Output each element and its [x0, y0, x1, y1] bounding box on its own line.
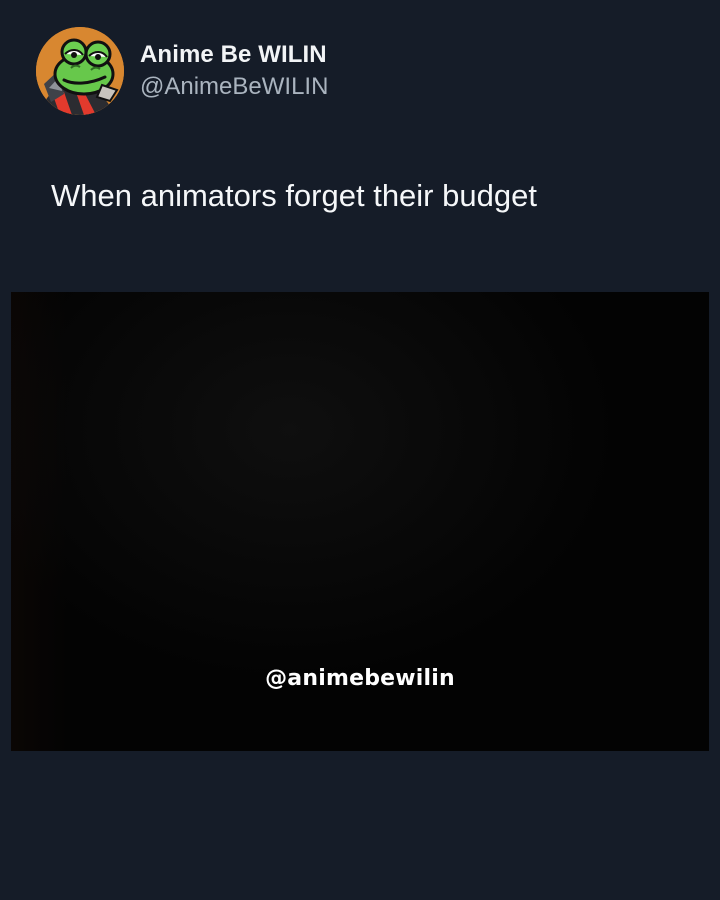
author-block: Anime Be WILIN @AnimeBeWILIN	[140, 41, 328, 102]
video-watermark: @animebewilin	[265, 666, 455, 691]
post-header: Anime Be WILIN @AnimeBeWILIN	[36, 26, 328, 116]
author-display-name[interactable]: Anime Be WILIN	[140, 41, 328, 69]
video-player[interactable]: @animebewilin	[11, 292, 709, 751]
frog-character-icon	[36, 27, 124, 115]
author-handle[interactable]: @AnimeBeWILIN	[140, 72, 328, 102]
avatar[interactable]	[36, 27, 124, 115]
post-text: When animators forget their budget	[51, 178, 537, 213]
